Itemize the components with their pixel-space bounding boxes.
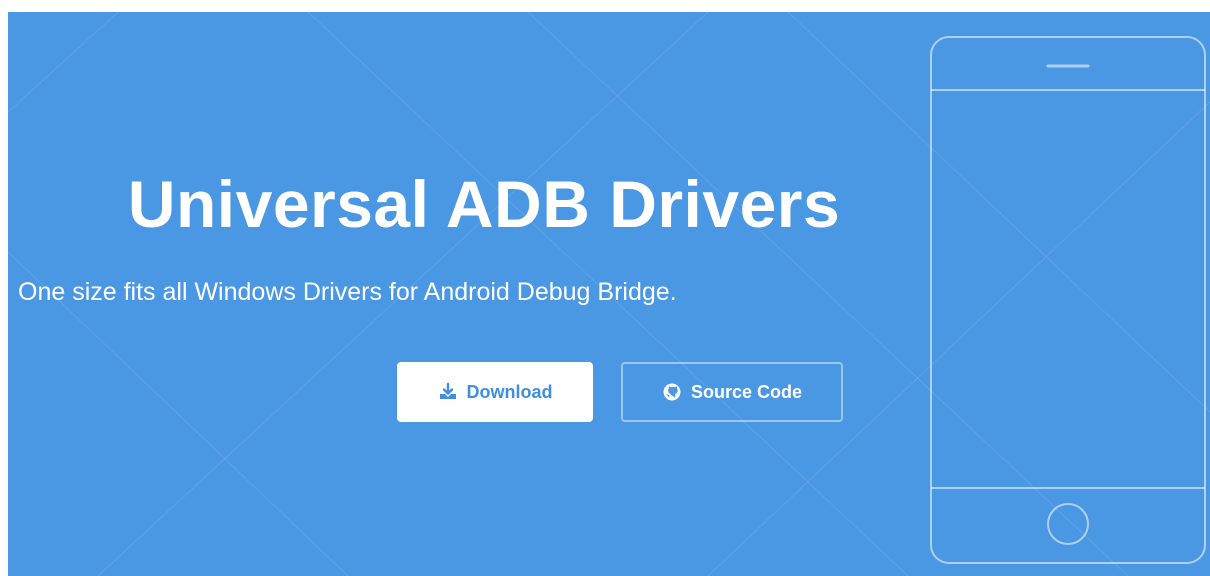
download-button[interactable]: Download bbox=[397, 362, 593, 422]
download-icon bbox=[438, 382, 458, 402]
hero-banner: Universal ADB Drivers One size fits all … bbox=[8, 12, 1210, 576]
page-title: Universal ADB Drivers bbox=[127, 167, 841, 241]
source-code-button-label: Source Code bbox=[690, 381, 803, 402]
page-subtitle: One size fits all Windows Drivers for An… bbox=[18, 278, 677, 306]
github-icon bbox=[662, 382, 682, 402]
download-button-label: Download bbox=[466, 381, 553, 402]
phone-outline-icon bbox=[930, 36, 1206, 564]
source-code-button[interactable]: Source Code bbox=[621, 362, 843, 422]
